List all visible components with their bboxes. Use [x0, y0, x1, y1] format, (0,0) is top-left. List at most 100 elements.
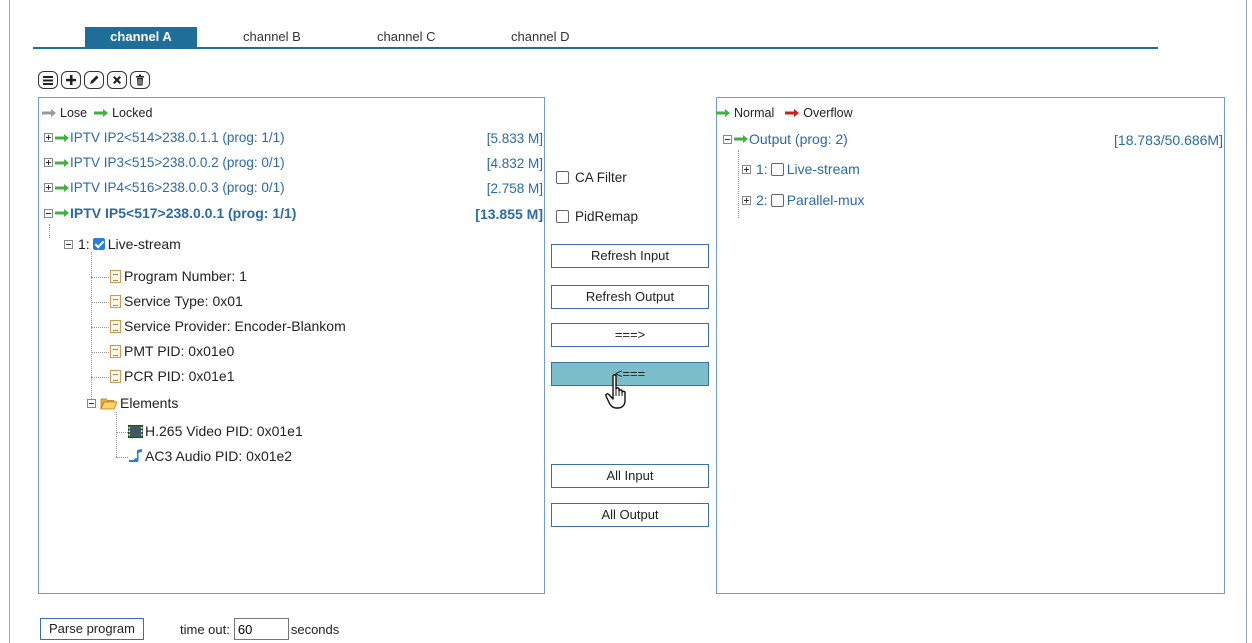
expand-icon[interactable] — [44, 183, 53, 192]
detail-item[interactable]: PCR PID: 0x01e1 — [110, 368, 235, 384]
ca-filter-label: CA Filter — [575, 170, 627, 185]
locked-arrow-icon — [55, 133, 69, 142]
refresh-input-button[interactable]: Refresh Input — [551, 244, 709, 268]
program-checkbox[interactable] — [92, 238, 105, 250]
source-rate: [13.855 M] — [475, 206, 543, 222]
tree-branch — [116, 432, 128, 433]
program-checkbox[interactable] — [770, 162, 784, 176]
folder-open-icon — [100, 398, 118, 409]
tree-line — [91, 252, 92, 407]
toolbar — [38, 71, 150, 89]
source-item[interactable]: IPTV IP4<516>238.0.0.3 (prog: 0/1) — [44, 180, 285, 195]
document-icon — [110, 269, 121, 283]
element-item[interactable]: H.265 Video PID: 0x01e1 — [128, 423, 303, 439]
ca-filter-option[interactable]: CA Filter — [556, 170, 627, 185]
detail-item[interactable]: PMT PID: 0x01e0 — [110, 343, 234, 359]
detail-label: Service Type: 0x01 — [124, 293, 243, 309]
delete-icon[interactable] — [107, 71, 127, 89]
plus-icon[interactable] — [61, 71, 81, 89]
channel-tabs: channel A channel B channel C channel D — [33, 25, 1158, 49]
legend-locked: Locked — [112, 106, 153, 120]
output-node[interactable]: Output (prog: 2) — [723, 131, 848, 147]
program-name: Live-stream — [786, 161, 860, 177]
output-rate: [18.783/50.686M] — [1114, 132, 1223, 148]
list-icon[interactable] — [38, 71, 58, 89]
element-item[interactable]: AC3 Audio PID: 0x01e2 — [128, 448, 292, 464]
tree-branch — [91, 377, 109, 378]
expand-icon[interactable] — [44, 133, 53, 142]
collapse-icon[interactable] — [44, 208, 53, 218]
expand-icon[interactable] — [44, 158, 53, 167]
locked-arrow-icon — [55, 209, 69, 217]
all-input-button[interactable]: All Input — [551, 464, 709, 488]
source-rate: [4.832 M] — [486, 156, 543, 171]
elements-folder[interactable]: Elements — [87, 395, 178, 411]
program-number: 1: — [756, 161, 768, 177]
program-node[interactable]: 1: Live-stream — [64, 236, 181, 252]
seconds-label: seconds — [290, 621, 340, 637]
tree-line — [738, 150, 739, 218]
overflow-arrow-icon — [785, 109, 800, 117]
timeout-input[interactable] — [233, 618, 289, 640]
detail-item[interactable]: Service Type: 0x01 — [110, 293, 243, 309]
pidremap-option[interactable]: PidRemap — [556, 209, 638, 224]
output-program-item[interactable]: 2: Parallel-mux — [742, 192, 865, 208]
pidremap-checkbox[interactable] — [556, 210, 569, 223]
detail-item[interactable]: Service Provider: Encoder-Blankom — [110, 318, 346, 334]
output-program-item[interactable]: 1: Live-stream — [742, 161, 860, 177]
tree-branch — [116, 457, 128, 458]
parse-program-button[interactable]: Parse program — [40, 618, 144, 640]
trash-icon[interactable] — [130, 71, 150, 89]
program-number: 2: — [756, 192, 768, 208]
source-label: IPTV IP2<514>238.0.1.1 (prog: 1/1) — [70, 130, 285, 145]
lose-arrow-icon — [42, 109, 56, 117]
document-icon — [110, 344, 121, 358]
all-output-button[interactable]: All Output — [551, 503, 709, 527]
program-number: 1: — [78, 236, 90, 252]
source-item[interactable]: IPTV IP3<515>238.0.0.2 (prog: 0/1) — [44, 155, 285, 170]
detail-item[interactable]: Program Number: 1 — [110, 268, 247, 284]
ca-filter-checkbox[interactable] — [556, 171, 569, 184]
legend-normal: Normal — [734, 106, 775, 120]
tree-branch — [91, 327, 109, 328]
audio-icon — [129, 449, 142, 463]
program-name: Parallel-mux — [786, 192, 865, 208]
pencil-icon[interactable] — [84, 71, 104, 89]
tree-line — [49, 224, 50, 238]
expand-icon[interactable] — [742, 195, 751, 205]
output-legend: Normal Overflow — [716, 106, 853, 120]
timeout-label: time out: — [179, 621, 230, 637]
elements-label: Elements — [120, 395, 179, 411]
tree-branch — [91, 352, 109, 353]
legend-lose: Lose — [60, 106, 88, 120]
hand-cursor-icon — [605, 374, 626, 409]
collapse-icon[interactable] — [64, 239, 73, 249]
collapse-icon[interactable] — [87, 398, 96, 408]
source-label: IPTV IP5<517>238.0.0.1 (prog: 1/1) — [70, 205, 297, 221]
element-label: H.265 Video PID: 0x01e1 — [145, 423, 303, 439]
tab-channel-a[interactable]: channel A — [85, 27, 197, 47]
refresh-output-button[interactable]: Refresh Output — [551, 285, 709, 309]
locked-arrow-icon — [94, 109, 109, 117]
expand-icon[interactable] — [742, 164, 751, 174]
video-icon — [128, 424, 143, 438]
program-checkbox[interactable] — [770, 193, 784, 207]
document-icon — [110, 369, 121, 383]
source-item[interactable]: IPTV IP2<514>238.0.1.1 (prog: 1/1) — [44, 130, 285, 145]
tree-branch — [91, 277, 109, 278]
source-rate: [5.833 M] — [486, 131, 543, 146]
tab-channel-c[interactable]: channel C — [369, 27, 444, 47]
input-legend: Lose Locked — [42, 106, 152, 120]
add-to-output-button[interactable]: ===> — [551, 323, 709, 347]
output-label: Output (prog: 2) — [749, 131, 848, 147]
tab-channel-b[interactable]: channel B — [235, 27, 309, 47]
tree-line — [116, 412, 117, 457]
normal-arrow-icon — [716, 109, 730, 117]
collapse-icon[interactable] — [723, 134, 732, 144]
source-item-selected[interactable]: IPTV IP5<517>238.0.0.1 (prog: 1/1) — [44, 205, 296, 221]
source-label: IPTV IP3<515>238.0.0.2 (prog: 0/1) — [70, 155, 285, 170]
detail-label: PCR PID: 0x01e1 — [124, 368, 235, 384]
document-icon — [110, 294, 121, 308]
legend-overflow: Overflow — [803, 106, 853, 120]
tab-channel-d[interactable]: channel D — [503, 27, 578, 47]
